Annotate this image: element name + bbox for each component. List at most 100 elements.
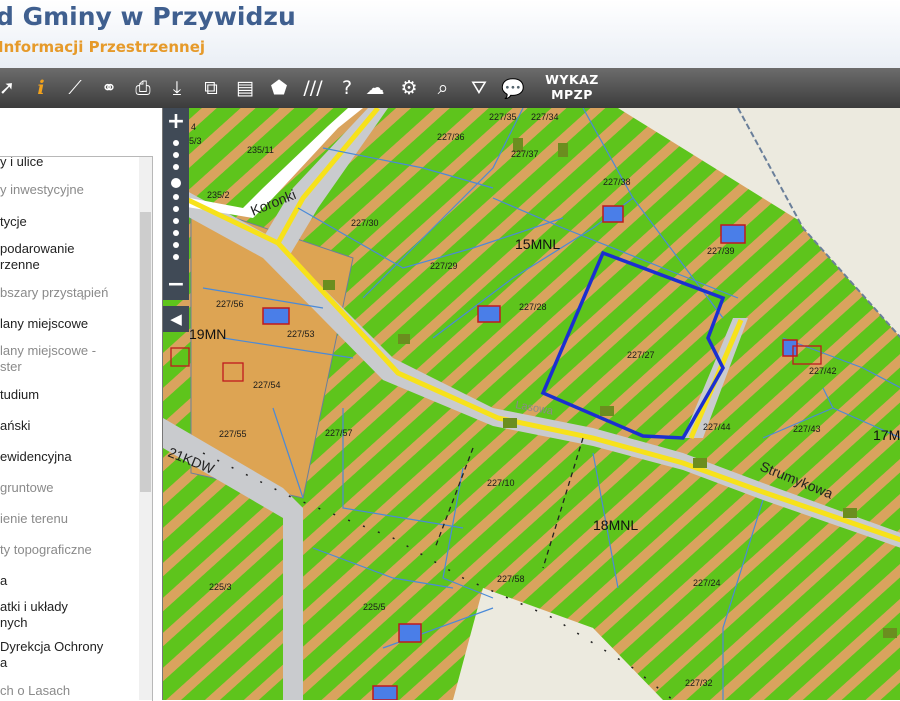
parcel-label-227-10: 227/10	[487, 478, 515, 488]
search-tool[interactable]: ⌕	[430, 74, 456, 102]
layer-item[interactable]: tycje	[0, 214, 150, 230]
app-header: d Gminy w Przywidzu Informacji Przestrze…	[0, 0, 900, 68]
toolbar: ➚ i ⟋ ⚭ ⎙ ⤓ ⧉ ▤ ⬟ ///? ☁ ⚙ ⌕ ⛛ 💬 WYKAZ MPZP	[0, 68, 900, 108]
layer-item[interactable]: ty topograficzne	[0, 542, 150, 558]
parcel-label-227-57: 227/57	[325, 428, 353, 438]
magnifier-icon: ⌕	[437, 77, 449, 99]
layer-item[interactable]: a	[0, 573, 150, 589]
parcel-label-227-36: 227/36	[437, 132, 465, 142]
layers-tool[interactable]: ⧉	[198, 74, 224, 102]
parcel-label-227-56: 227/56	[216, 299, 244, 309]
zone-label-15mnl: 15MNL	[515, 236, 560, 252]
layer-item[interactable]: ewidencyjna	[0, 449, 150, 465]
zoom-tick[interactable]	[173, 140, 179, 146]
ruler-icon: ⟋	[68, 77, 82, 99]
parcel-label-227-43: 227/43	[793, 424, 821, 434]
app-title: d Gminy w Przywidzu	[0, 2, 296, 31]
parcel-label-227-27: 227/27	[627, 350, 655, 360]
zoom-tick[interactable]	[173, 206, 179, 212]
wykaz-mpzp-button[interactable]: WYKAZ MPZP	[540, 72, 604, 104]
layer-item[interactable]: ański	[0, 418, 150, 434]
download-icon: ⤓	[172, 77, 182, 99]
layer-item[interactable]: lany miejscowe - ster	[0, 343, 150, 375]
question-icon: ?	[341, 77, 353, 99]
zoom-out-button[interactable]: −	[163, 274, 189, 298]
parcel-label-227-53: 227/53	[287, 329, 315, 339]
parcel-label-235-2: 235/2	[207, 190, 230, 200]
parcel-label-5-3: 5/3	[189, 136, 202, 146]
zoom-tick[interactable]	[173, 230, 179, 236]
parcel-label-227-38: 227/38	[603, 177, 631, 187]
polygon-tool[interactable]: ⬟	[266, 74, 292, 102]
cloud-upload-icon: ☁	[365, 77, 385, 99]
info-tool[interactable]: i	[28, 74, 54, 102]
parcel-label-227-30: 227/30	[351, 218, 379, 228]
parcel-label-227-42: 227/42	[809, 366, 837, 376]
comment-tool[interactable]: 💬	[500, 74, 526, 102]
polygon-icon: ⬟	[270, 77, 288, 99]
zoom-tick[interactable]	[173, 152, 179, 158]
road-icon: ⛛	[471, 77, 487, 99]
layer-item[interactable]: podarowanie rzenne	[0, 241, 150, 273]
parcel-label-235-11: 235/11	[247, 145, 274, 155]
layer-item[interactable]: tudium	[0, 387, 150, 403]
parcel-label-227-24: 227/24	[693, 578, 721, 588]
zoom-tick[interactable]	[173, 164, 179, 170]
parcel-label-227-44: 227/44	[703, 422, 731, 432]
zoom-slider-handle[interactable]	[171, 178, 181, 188]
parcel-label-227-55: 227/55	[219, 429, 247, 439]
mpzp-label: MPZP	[551, 87, 593, 102]
printer-icon: ⎙	[135, 77, 151, 99]
parcel-label-227-37: 227/37	[511, 149, 539, 159]
layer-item[interactable]: y inwestycyjne	[0, 182, 150, 198]
zoom-tick[interactable]	[173, 218, 179, 224]
wykaz-label: WYKAZ	[545, 72, 599, 87]
map-canvas[interactable]: 227/35 227/34 227/36 227/37 235/11 227/3…	[163, 108, 900, 700]
layer-item[interactable]: y i ulice	[0, 157, 150, 170]
zoom-control: + −	[163, 108, 189, 300]
road-tool[interactable]: ⛛	[466, 74, 492, 102]
layer-item[interactable]: lany miejscowe	[0, 316, 150, 332]
parcel-label-227-54: 227/54	[253, 380, 281, 390]
settings-tool[interactable]: ⚙	[396, 74, 422, 102]
zone-label-17m: 17M	[873, 427, 900, 443]
zoom-tick[interactable]	[173, 194, 179, 200]
collapse-sidebar-button[interactable]: ◀	[163, 306, 189, 332]
layer-item[interactable]: gruntowe	[0, 480, 150, 496]
cloud-tool[interactable]: ☁	[362, 74, 388, 102]
parcel-label-227-58: 227/58	[497, 574, 525, 584]
zoom-tick[interactable]	[173, 242, 179, 248]
app-subtitle: Informacji Przestrzennej	[0, 38, 206, 56]
zoom-in-button[interactable]: +	[163, 110, 189, 134]
layer-item[interactable]: Dyrekcja Ochrony a	[0, 639, 150, 671]
parcel-label-227-28: 227/28	[519, 302, 547, 312]
map-view[interactable]: 227/35 227/34 227/36 227/37 235/11 227/3…	[162, 108, 900, 700]
layer-item[interactable]: atki i układy nych	[0, 599, 150, 631]
layer-item[interactable]: bszary przystąpień	[0, 285, 150, 301]
scrollbar-thumb[interactable]	[140, 212, 151, 492]
layer-item[interactable]: ch o Lasach	[0, 683, 150, 699]
zoom-tick[interactable]	[173, 254, 179, 260]
layer-sidebar: y i ulice y inwestycyjne tycje podarowanie …	[0, 108, 162, 701]
download-tool[interactable]: ⤓	[164, 74, 190, 102]
link-icon: ⚭	[101, 77, 117, 99]
hatch-tool[interactable]: ///	[300, 74, 326, 102]
zone-label-19mn: 19MN	[189, 326, 226, 342]
layer-item[interactable]: ienie terenu	[0, 511, 150, 527]
info-icon: i	[37, 77, 45, 99]
parcel-label-225-3: 225/3	[209, 582, 232, 592]
link-tool[interactable]: ⚭	[96, 74, 122, 102]
pointer-tool[interactable]: ➚	[0, 74, 20, 102]
parcel-label-227-39: 227/39	[707, 246, 735, 256]
hatch-icon: ///	[303, 77, 323, 99]
parcel-label-227-35: 227/35	[489, 112, 517, 122]
print-tool[interactable]: ⎙	[130, 74, 156, 102]
zone-label-18mnl: 18MNL	[593, 517, 638, 533]
comment-icon: 💬	[501, 77, 525, 100]
sidebar-scrollbar[interactable]	[139, 157, 152, 700]
layout-tool[interactable]: ▤	[232, 74, 258, 102]
measure-tool[interactable]: ⟋	[62, 74, 88, 102]
help-tool[interactable]: ?	[334, 74, 360, 102]
layers-icon: ⧉	[204, 77, 218, 99]
parcel-label-227-29: 227/29	[430, 261, 458, 271]
